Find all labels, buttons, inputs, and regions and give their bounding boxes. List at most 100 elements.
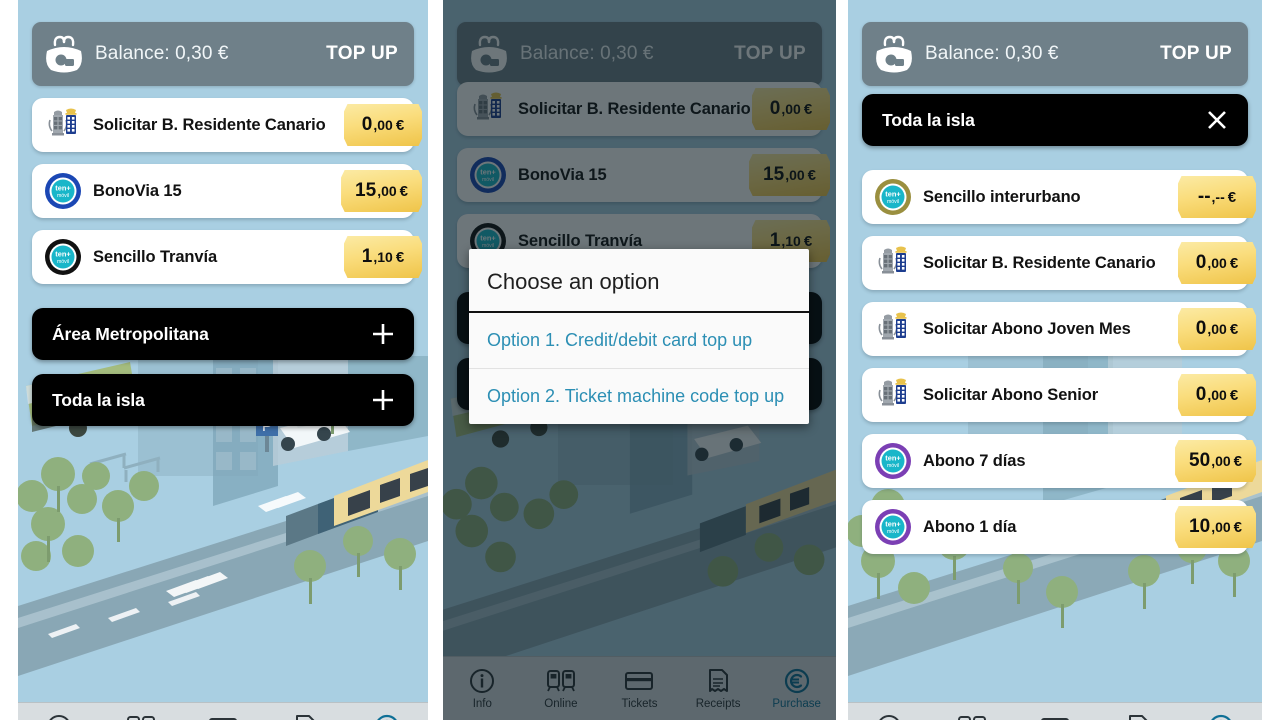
price-integer: 0 <box>1195 252 1207 273</box>
product-row[interactable]: ten+ móvil Abono 1 día 10,00 € <box>862 500 1256 554</box>
price-integer: 10 <box>1189 516 1211 537</box>
svg-text:ten+: ten+ <box>885 519 901 528</box>
product-list-panel3: ten+ móvil Sencillo interurbano --,--€ <box>862 170 1256 566</box>
bottom-navigation-bar[interactable]: Info Online Tickets Receipts Purchase <box>848 702 1262 720</box>
price-decimal: ,00 <box>1207 321 1227 337</box>
nav-item-info[interactable]: Info <box>18 713 100 720</box>
currency-symbol: € <box>1233 518 1242 536</box>
currency-symbol: € <box>399 182 408 200</box>
tenmovil-logo-icon: ten+ móvil <box>875 179 911 215</box>
canary-coat-of-arms-icon <box>878 246 907 274</box>
svg-text:móvil: móvil <box>57 193 69 199</box>
receipt-icon <box>1128 715 1148 720</box>
zone-button[interactable]: Toda la isla <box>862 94 1248 146</box>
plus-icon <box>373 324 393 344</box>
price-decimal: ,10 <box>373 249 393 265</box>
nav-item-receipts[interactable]: Receipts <box>264 713 346 720</box>
dialog-option-1[interactable]: Option 1. Credit/debit card top up <box>469 313 809 368</box>
product-label: Sencillo interurbano <box>923 187 1081 206</box>
dialog-option-2[interactable]: Option 2. Ticket machine code top up <box>469 368 809 424</box>
tenmovil-logo-icon: ten+ móvil <box>45 239 81 275</box>
product-label: Solicitar Abono Joven Mes <box>923 319 1131 338</box>
top-up-button[interactable]: TOP UP <box>1160 43 1232 65</box>
price-tag: 10,00 € <box>1175 506 1256 548</box>
product-row[interactable]: Solicitar B. Residente Canario 0,00€ <box>862 236 1256 290</box>
phone-panel-1: P Balance: 0,30 € TOP UP Solicitar B. Re… <box>18 0 428 720</box>
price-integer: 0 <box>1195 318 1207 339</box>
product-label: Solicitar B. Residente Canario <box>93 115 326 134</box>
svg-text:móvil: móvil <box>57 259 69 265</box>
price-decimal: ,00 <box>1211 519 1231 535</box>
tenmovil-logo-icon: ten+ móvil <box>45 173 81 209</box>
nav-item-info[interactable]: Info <box>848 713 931 720</box>
tram-bus-icon <box>958 716 987 720</box>
wallet-purse-icon <box>876 35 912 73</box>
nav-item-online[interactable]: Online <box>931 713 1014 720</box>
currency-symbol: € <box>1233 452 1242 470</box>
card-icon <box>1041 718 1069 720</box>
price-tag: 1,10€ <box>344 236 422 278</box>
price-decimal: ,00 <box>1207 255 1227 271</box>
price-tag: 0,00€ <box>1178 308 1256 350</box>
price-decimal: ,00 <box>377 183 397 199</box>
price-integer: 0 <box>1195 384 1207 405</box>
balance-bar[interactable]: Balance: 0,30 € TOP UP <box>862 22 1248 86</box>
product-label: Solicitar Abono Senior <box>923 385 1099 404</box>
top-up-button[interactable]: TOP UP <box>326 43 398 65</box>
canary-coat-of-arms-icon <box>878 378 907 406</box>
nav-item-purchase[interactable]: Purchase <box>346 713 428 720</box>
plus-icon <box>373 390 393 410</box>
svg-text:móvil: móvil <box>887 529 899 535</box>
nav-item-tickets[interactable]: Tickets <box>1014 713 1097 720</box>
svg-text:ten+: ten+ <box>885 453 901 462</box>
phone-panel-3: Balance: 0,30 € TOP UP Toda la isla ten+… <box>848 0 1262 720</box>
product-label: Solicitar B. Residente Canario <box>923 253 1156 272</box>
zone-label: Toda la isla <box>52 389 145 410</box>
product-row[interactable]: Solicitar Abono Joven Mes 0,00 € <box>862 302 1256 356</box>
price-tag: -- ,-- € <box>1178 176 1256 218</box>
price-tag: 0,00€ <box>1178 242 1256 284</box>
product-row[interactable]: Solicitar Abono Senior 0,00 € <box>862 368 1256 422</box>
price-tag: 50,00 € <box>1175 440 1256 482</box>
euro-icon <box>377 714 397 720</box>
nav-item-tickets[interactable]: Tickets <box>182 713 264 720</box>
product-row[interactable]: ten+ móvil Sencillo Tranvía 1,10€ <box>32 230 422 284</box>
canary-coat-of-arms-icon <box>878 312 907 340</box>
balance-label: Balance: 0,30 € <box>925 43 1059 64</box>
bottom-navigation-bar[interactable]: Info Online Tickets Receipts Purchase <box>18 702 428 720</box>
tenmovil-logo-icon: ten+ móvil <box>875 509 911 545</box>
product-list-panel1: Solicitar B. Residente Canario 0,00 € ten… <box>32 98 422 296</box>
nav-item-purchase[interactable]: Purchase <box>1179 713 1262 720</box>
product-row[interactable]: ten+ móvil BonoVia 15 15,00€ <box>32 164 422 218</box>
phone-panel-2: Balance: 0,30 € TOP UP <box>443 0 836 720</box>
product-label: Abono 7 días <box>923 451 1026 470</box>
svg-text:móvil: móvil <box>887 199 899 205</box>
card-icon <box>209 718 237 720</box>
currency-symbol: € <box>395 248 405 266</box>
price-tag: 15,00€ <box>341 170 422 212</box>
product-row[interactable]: ten+ móvil Abono 7 días 50,00 € <box>862 434 1256 488</box>
price-integer: -- <box>1197 186 1211 207</box>
screenshot-stage: P Balance: 0,30 € TOP UP Solicitar B. Re… <box>0 0 1280 720</box>
zone-header-panel3: Toda la isla <box>862 94 1248 160</box>
price-tag: 0,00€ <box>344 104 422 146</box>
currency-symbol: € <box>1229 320 1239 338</box>
info-icon <box>49 715 69 720</box>
price-integer: 0 <box>361 114 373 135</box>
zone-list-panel1: Área Metropolitana Toda la isla <box>32 308 414 440</box>
svg-text:ten+: ten+ <box>55 249 71 258</box>
svg-text:ten+: ten+ <box>55 183 71 192</box>
balance-bar[interactable]: Balance: 0,30 € TOP UP <box>32 22 414 86</box>
product-row[interactable]: Solicitar B. Residente Canario 0,00€ <box>32 98 422 152</box>
currency-symbol: € <box>1229 386 1239 404</box>
zone-button[interactable]: Toda la isla <box>32 374 414 426</box>
nav-item-receipts[interactable]: Receipts <box>1096 713 1179 720</box>
product-row[interactable]: ten+ móvil Sencillo interurbano -- ,-- € <box>862 170 1256 224</box>
nav-item-online[interactable]: Online <box>100 713 182 720</box>
balance-label: Balance: 0,30 € <box>95 43 229 64</box>
zone-label: Área Metropolitana <box>52 323 209 344</box>
currency-symbol: € <box>1229 254 1239 272</box>
dialog-title: Choose an option <box>469 249 809 313</box>
zone-button[interactable]: Área Metropolitana <box>32 308 414 360</box>
wallet-purse-icon <box>46 35 82 73</box>
